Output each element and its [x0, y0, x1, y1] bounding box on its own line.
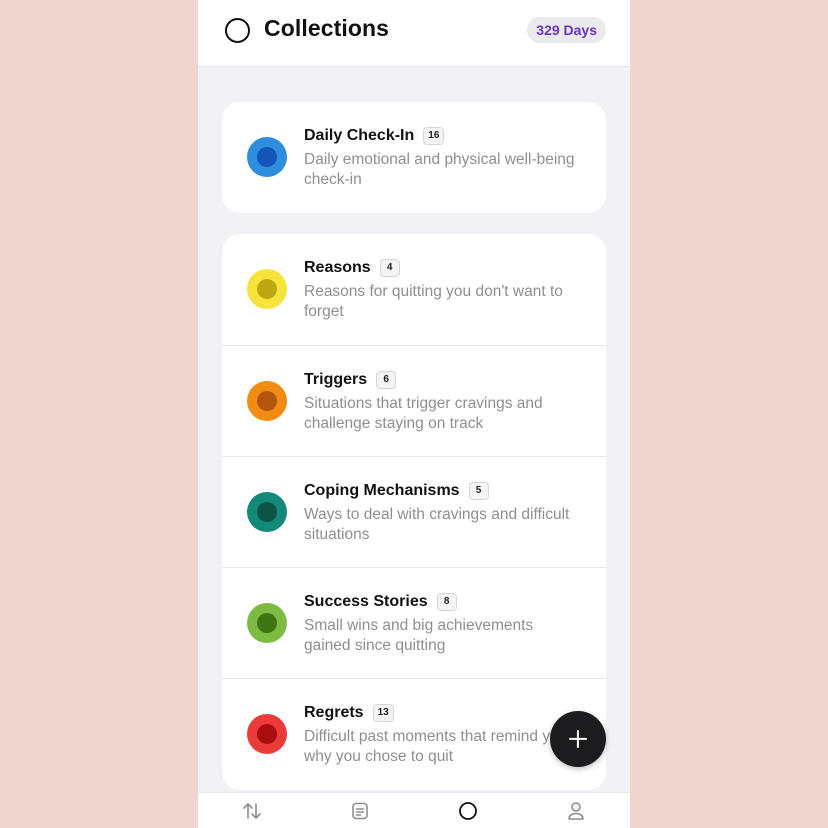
collection-count-badge: 5	[468, 482, 489, 500]
collection-title-line: Coping Mechanisms 5	[304, 482, 489, 500]
tab-journal[interactable]	[306, 793, 414, 828]
collection-color-dot	[247, 137, 287, 177]
collection-color-dot-inner	[257, 279, 277, 299]
collection-row-success-stories[interactable]: Success Stories 8 Small wins and big ach…	[222, 567, 606, 678]
collection-color-dot	[247, 492, 287, 532]
collections-ring-icon	[459, 802, 477, 820]
featured-card: Daily Check-In 16 Daily emotional and ph…	[222, 102, 606, 213]
collection-row-reasons[interactable]: Reasons 4 Reasons for quitting you don't…	[222, 234, 606, 345]
collection-row-daily-check-in[interactable]: Daily Check-In 16 Daily emotional and ph…	[222, 102, 606, 213]
collection-color-dot	[247, 714, 287, 754]
collection-title-line: Daily Check-In 16	[304, 127, 445, 145]
tab-collections[interactable]	[414, 793, 522, 828]
collection-color-dot-inner	[257, 391, 277, 411]
collection-row-triggers[interactable]: Triggers 6 Situations that trigger cravi…	[222, 345, 606, 456]
collection-row-coping-mechanisms[interactable]: Coping Mechanisms 5 Ways to deal with cr…	[222, 456, 606, 567]
collections-card: Reasons 4 Reasons for quitting you don't…	[222, 234, 606, 790]
collection-count-badge: 6	[376, 371, 397, 389]
collection-description: Small wins and big achievements gained s…	[304, 617, 534, 654]
collection-count-badge: 16	[423, 127, 445, 145]
collection-title: Triggers	[304, 371, 368, 388]
collection-color-dot-inner	[257, 613, 277, 633]
collection-description: Difficult past moments that remind you w…	[304, 728, 568, 765]
collection-title: Daily Check-In	[304, 127, 415, 144]
collection-color-dot	[247, 269, 287, 309]
collection-description: Situations that trigger cravings and cha…	[304, 395, 543, 432]
collections-ring-icon	[225, 18, 250, 43]
collection-title-line: Success Stories 8	[304, 593, 457, 611]
swap-arrows-icon	[243, 803, 261, 819]
page-title: Collections	[264, 15, 390, 41]
days-counter-badge[interactable]: 329 Days	[527, 17, 606, 43]
top-header: Collections 329 Days	[198, 0, 630, 67]
collection-row-regrets[interactable]: Regrets 13 Difficult past moments that r…	[222, 678, 606, 789]
collection-title: Regrets	[304, 704, 364, 721]
collection-title: Coping Mechanisms	[304, 482, 460, 499]
tab-activity[interactable]	[198, 793, 306, 828]
collection-color-dot-inner	[257, 147, 277, 167]
collection-color-dot-inner	[257, 724, 277, 744]
collection-count-badge: 8	[436, 593, 457, 611]
collection-color-dot	[247, 381, 287, 421]
journal-icon	[352, 802, 368, 820]
collection-title-line: Regrets 13	[304, 704, 394, 722]
collection-color-dot-inner	[257, 502, 277, 522]
collection-count-badge: 4	[379, 259, 400, 277]
add-collection-button[interactable]	[550, 711, 606, 767]
profile-icon	[568, 802, 584, 820]
app-screen: Collections 329 Days Daily Check-In 16 D…	[198, 0, 630, 828]
collection-title-line: Triggers 6	[304, 371, 397, 389]
collection-title: Success Stories	[304, 593, 428, 610]
collection-color-dot	[247, 603, 287, 643]
tab-profile[interactable]	[522, 793, 630, 828]
collection-title-line: Reasons 4	[304, 259, 400, 277]
collection-description: Ways to deal with cravings and difficult…	[304, 506, 570, 543]
collection-count-badge: 13	[372, 704, 394, 722]
bottom-tab-bar	[198, 792, 630, 828]
collection-description: Daily emotional and physical well-being …	[304, 151, 575, 188]
collection-title: Reasons	[304, 259, 371, 276]
collection-description: Reasons for quitting you don't want to f…	[304, 283, 563, 320]
